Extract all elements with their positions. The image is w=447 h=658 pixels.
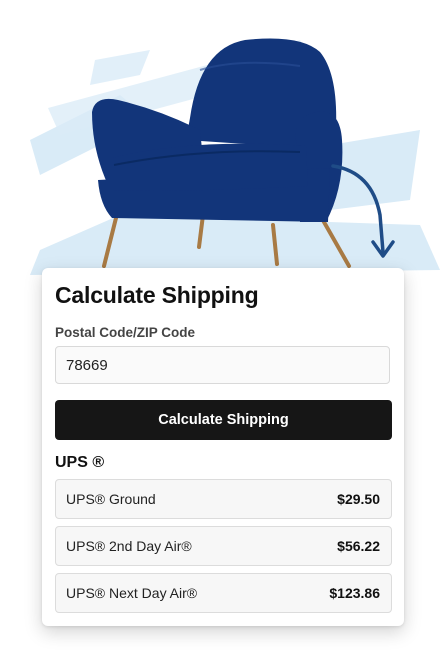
option-name: UPS® Ground [66, 491, 156, 507]
option-name: UPS® Next Day Air® [66, 585, 198, 601]
armchair-image [30, 38, 440, 275]
shipping-option-next-day-air[interactable]: UPS® Next Day Air® $123.86 [55, 573, 392, 613]
calculate-shipping-button[interactable]: Calculate Shipping [55, 400, 392, 440]
card-title: Calculate Shipping [55, 282, 259, 308]
option-name: UPS® 2nd Day Air® [66, 538, 192, 554]
option-price: $56.22 [337, 538, 380, 554]
carrier-heading: UPS ® [55, 454, 105, 471]
shipping-option-ground[interactable]: UPS® Ground $29.50 [55, 479, 392, 519]
postal-code-label: Postal Code/ZIP Code [55, 325, 196, 340]
option-price: $29.50 [337, 491, 380, 507]
shipping-option-2nd-day-air[interactable]: UPS® 2nd Day Air® $56.22 [55, 526, 392, 566]
shipping-calculator-card: Calculate Shipping Postal Code/ZIP Code … [42, 268, 404, 626]
postal-code-input[interactable] [55, 346, 390, 384]
option-price: $123.86 [329, 585, 380, 601]
